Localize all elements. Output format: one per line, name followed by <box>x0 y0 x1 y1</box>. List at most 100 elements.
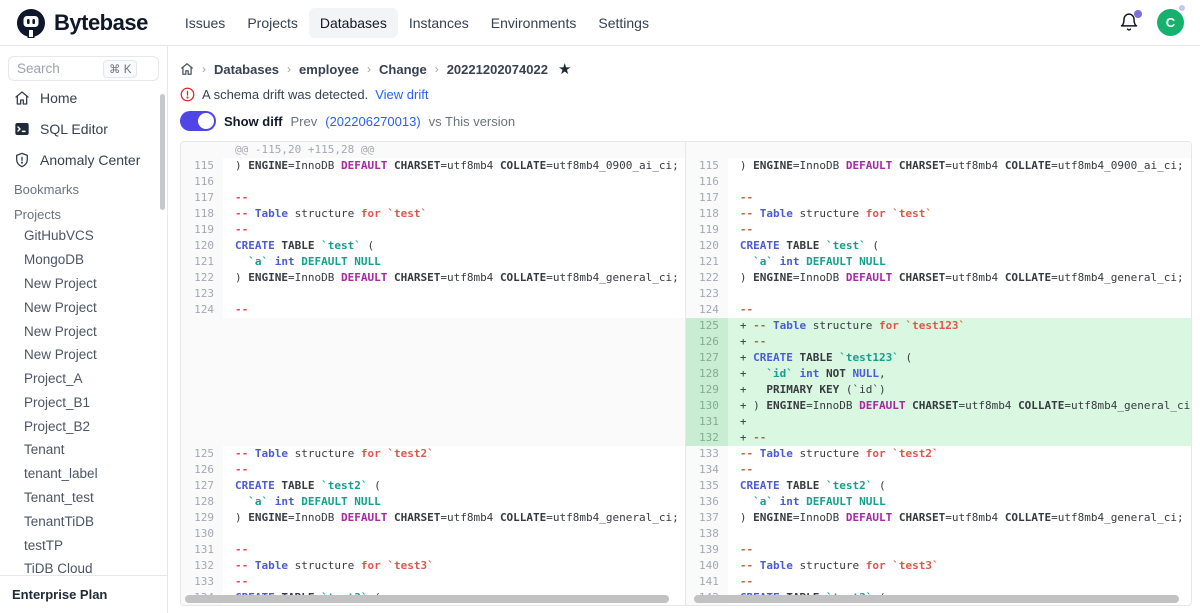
project-list: GitHubVCSMongoDBNew ProjectNew ProjectNe… <box>8 224 159 581</box>
project-item[interactable]: GitHubVCS <box>8 224 159 248</box>
line-number: 131 <box>686 414 728 430</box>
diff-line: 127CREATE TABLE `test2` ( <box>181 478 685 494</box>
breadcrumb-separator: › <box>287 62 291 76</box>
code-text: ) ENGINE=InnoDB DEFAULT CHARSET=utf8mb4 … <box>223 270 685 286</box>
line-number <box>181 318 223 334</box>
diff-line <box>686 142 1191 158</box>
search-input[interactable] <box>17 61 103 76</box>
breadcrumb-item-change[interactable]: Change <box>379 62 427 77</box>
breadcrumb-item-employee[interactable]: employee <box>299 62 359 77</box>
diff-line: 140-- Table structure for `test3` <box>686 558 1191 574</box>
line-number: 121 <box>686 254 728 270</box>
project-item[interactable]: Tenant <box>8 438 159 462</box>
diff-line: 121 `a` int DEFAULT NULL <box>181 254 685 270</box>
line-number <box>181 142 223 158</box>
diff-line: 118-- Table structure for `test` <box>686 206 1191 222</box>
nav-item-databases[interactable]: Databases <box>309 8 398 38</box>
line-number: 129 <box>181 510 223 526</box>
diff-line: 139-- <box>686 542 1191 558</box>
code-text: + -- Table structure for `test123` <box>728 318 1191 334</box>
diff-line: 122) ENGINE=InnoDB DEFAULT CHARSET=utf8m… <box>181 270 685 286</box>
diff-line: 124-- <box>686 302 1191 318</box>
diff-line: 115) ENGINE=InnoDB DEFAULT CHARSET=utf8m… <box>181 158 685 174</box>
notifications-bell-icon[interactable] <box>1119 12 1139 34</box>
project-item[interactable]: Project_B2 <box>8 414 159 438</box>
search-box[interactable]: ⌘ K <box>8 56 159 81</box>
user-avatar[interactable]: C <box>1157 9 1184 36</box>
search-shortcut-badge: ⌘ K <box>103 60 137 78</box>
horizontal-scrollbar[interactable] <box>185 595 669 603</box>
sidebar-section-projects[interactable]: Projects <box>8 199 159 224</box>
diff-line: 134-- <box>686 462 1191 478</box>
nav-item-instances[interactable]: Instances <box>398 8 480 38</box>
line-number: 119 <box>181 222 223 238</box>
project-item[interactable]: New Project <box>8 295 159 319</box>
avatar-badge <box>1179 5 1185 11</box>
diff-line: 115) ENGINE=InnoDB DEFAULT CHARSET=utf8m… <box>686 158 1191 174</box>
breadcrumb-home-icon[interactable] <box>180 62 194 76</box>
diff-line: 119-- <box>686 222 1191 238</box>
project-item[interactable]: TenantTiDB <box>8 509 159 533</box>
code-text <box>223 366 685 382</box>
code-text: ) ENGINE=InnoDB DEFAULT CHARSET=utf8mb4 … <box>728 270 1191 286</box>
diff-line: 117-- <box>181 190 685 206</box>
nav-item-issues[interactable]: Issues <box>174 8 236 38</box>
line-number: 115 <box>181 158 223 174</box>
drift-message: A schema drift was detected. <box>202 87 368 102</box>
sidebar-section-bookmarks[interactable]: Bookmarks <box>8 174 159 199</box>
nav-item-projects[interactable]: Projects <box>236 8 309 38</box>
top-navigation: Bytebase IssuesProjectsDatabasesInstance… <box>0 0 1200 46</box>
project-item[interactable]: tenant_label <box>8 462 159 486</box>
project-item[interactable]: New Project <box>8 319 159 343</box>
view-drift-link[interactable]: View drift <box>375 87 428 102</box>
diff-line: 126-- <box>181 462 685 478</box>
code-text: + `id` int NOT NULL, <box>728 366 1191 382</box>
diff-line: 129) ENGINE=InnoDB DEFAULT CHARSET=utf8m… <box>181 510 685 526</box>
horizontal-scrollbar[interactable] <box>694 595 1179 603</box>
line-number: 132 <box>181 558 223 574</box>
code-text: ) ENGINE=InnoDB DEFAULT CHARSET=utf8mb4 … <box>728 510 1191 526</box>
diff-line: 120CREATE TABLE `test` ( <box>181 238 685 254</box>
sidebar-item-anomaly-center[interactable]: Anomaly Center <box>8 146 159 174</box>
line-number: 137 <box>686 510 728 526</box>
line-number: 124 <box>181 302 223 318</box>
code-text: -- Table structure for `test3` <box>728 558 1191 574</box>
diff-line: 131+ <box>686 414 1191 430</box>
sidebar-item-sql-editor[interactable]: SQL Editor <box>8 115 159 143</box>
line-number: 138 <box>686 526 728 542</box>
diff-line: 138 <box>686 526 1191 542</box>
project-item[interactable]: testTP <box>8 533 159 557</box>
project-item[interactable]: Tenant_test <box>8 486 159 510</box>
code-text: + PRIMARY KEY (`id`) <box>728 382 1191 398</box>
line-number: 134 <box>686 462 728 478</box>
code-text <box>223 382 685 398</box>
line-number: 129 <box>686 382 728 398</box>
project-item[interactable]: MongoDB <box>8 248 159 272</box>
line-number: 116 <box>686 174 728 190</box>
diff-line: 123 <box>181 286 685 302</box>
code-text: -- <box>223 222 685 238</box>
bookmark-star-icon[interactable]: ★ <box>558 60 571 78</box>
vs-this-version-label: vs This version <box>429 114 515 129</box>
show-diff-toggle[interactable] <box>180 111 216 131</box>
breadcrumb-item-version[interactable]: 20221202074022 <box>447 62 548 77</box>
prev-version-link[interactable]: (202206270013) <box>325 114 420 129</box>
sidebar-scrollbar[interactable] <box>160 94 165 210</box>
code-text <box>223 334 685 350</box>
schema-drift-banner: A schema drift was detected. View drift <box>180 87 1200 102</box>
code-text: + CREATE TABLE `test123` ( <box>728 350 1191 366</box>
project-item[interactable]: New Project <box>8 343 159 367</box>
show-diff-label: Show diff <box>224 114 283 129</box>
project-item[interactable]: Project_B1 <box>8 390 159 414</box>
sidebar-item-home[interactable]: Home <box>8 84 159 112</box>
breadcrumb-item-databases[interactable]: Databases <box>214 62 279 77</box>
code-text: -- Table structure for `test3` <box>223 558 685 574</box>
project-item[interactable]: New Project <box>8 272 159 296</box>
breadcrumb-separator: › <box>367 62 371 76</box>
project-item[interactable]: Project_A <box>8 367 159 391</box>
nav-item-environments[interactable]: Environments <box>480 8 588 38</box>
bytebase-logo[interactable]: Bytebase <box>16 8 148 38</box>
nav-item-settings[interactable]: Settings <box>587 8 660 38</box>
code-text: `a` int DEFAULT NULL <box>223 254 685 270</box>
diff-line: 132-- Table structure for `test3` <box>181 558 685 574</box>
